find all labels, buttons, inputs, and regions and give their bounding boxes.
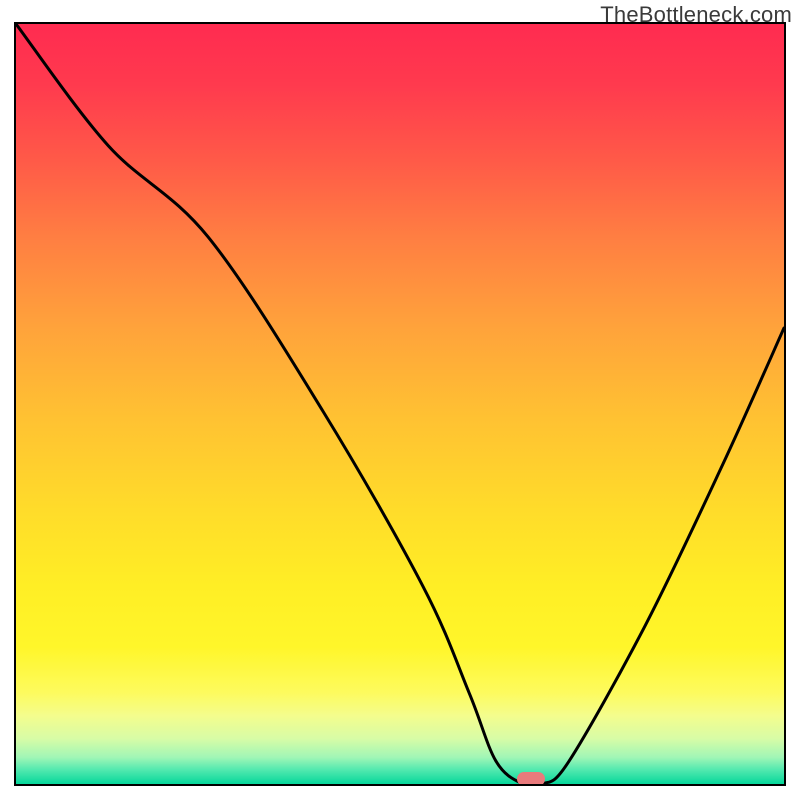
optimal-marker xyxy=(517,772,545,786)
plot-area xyxy=(14,22,786,786)
bottleneck-curve-path xyxy=(16,24,784,784)
curve-svg xyxy=(16,24,784,784)
bottleneck-chart: TheBottleneck.com xyxy=(0,0,800,800)
watermark-text: TheBottleneck.com xyxy=(600,2,792,28)
